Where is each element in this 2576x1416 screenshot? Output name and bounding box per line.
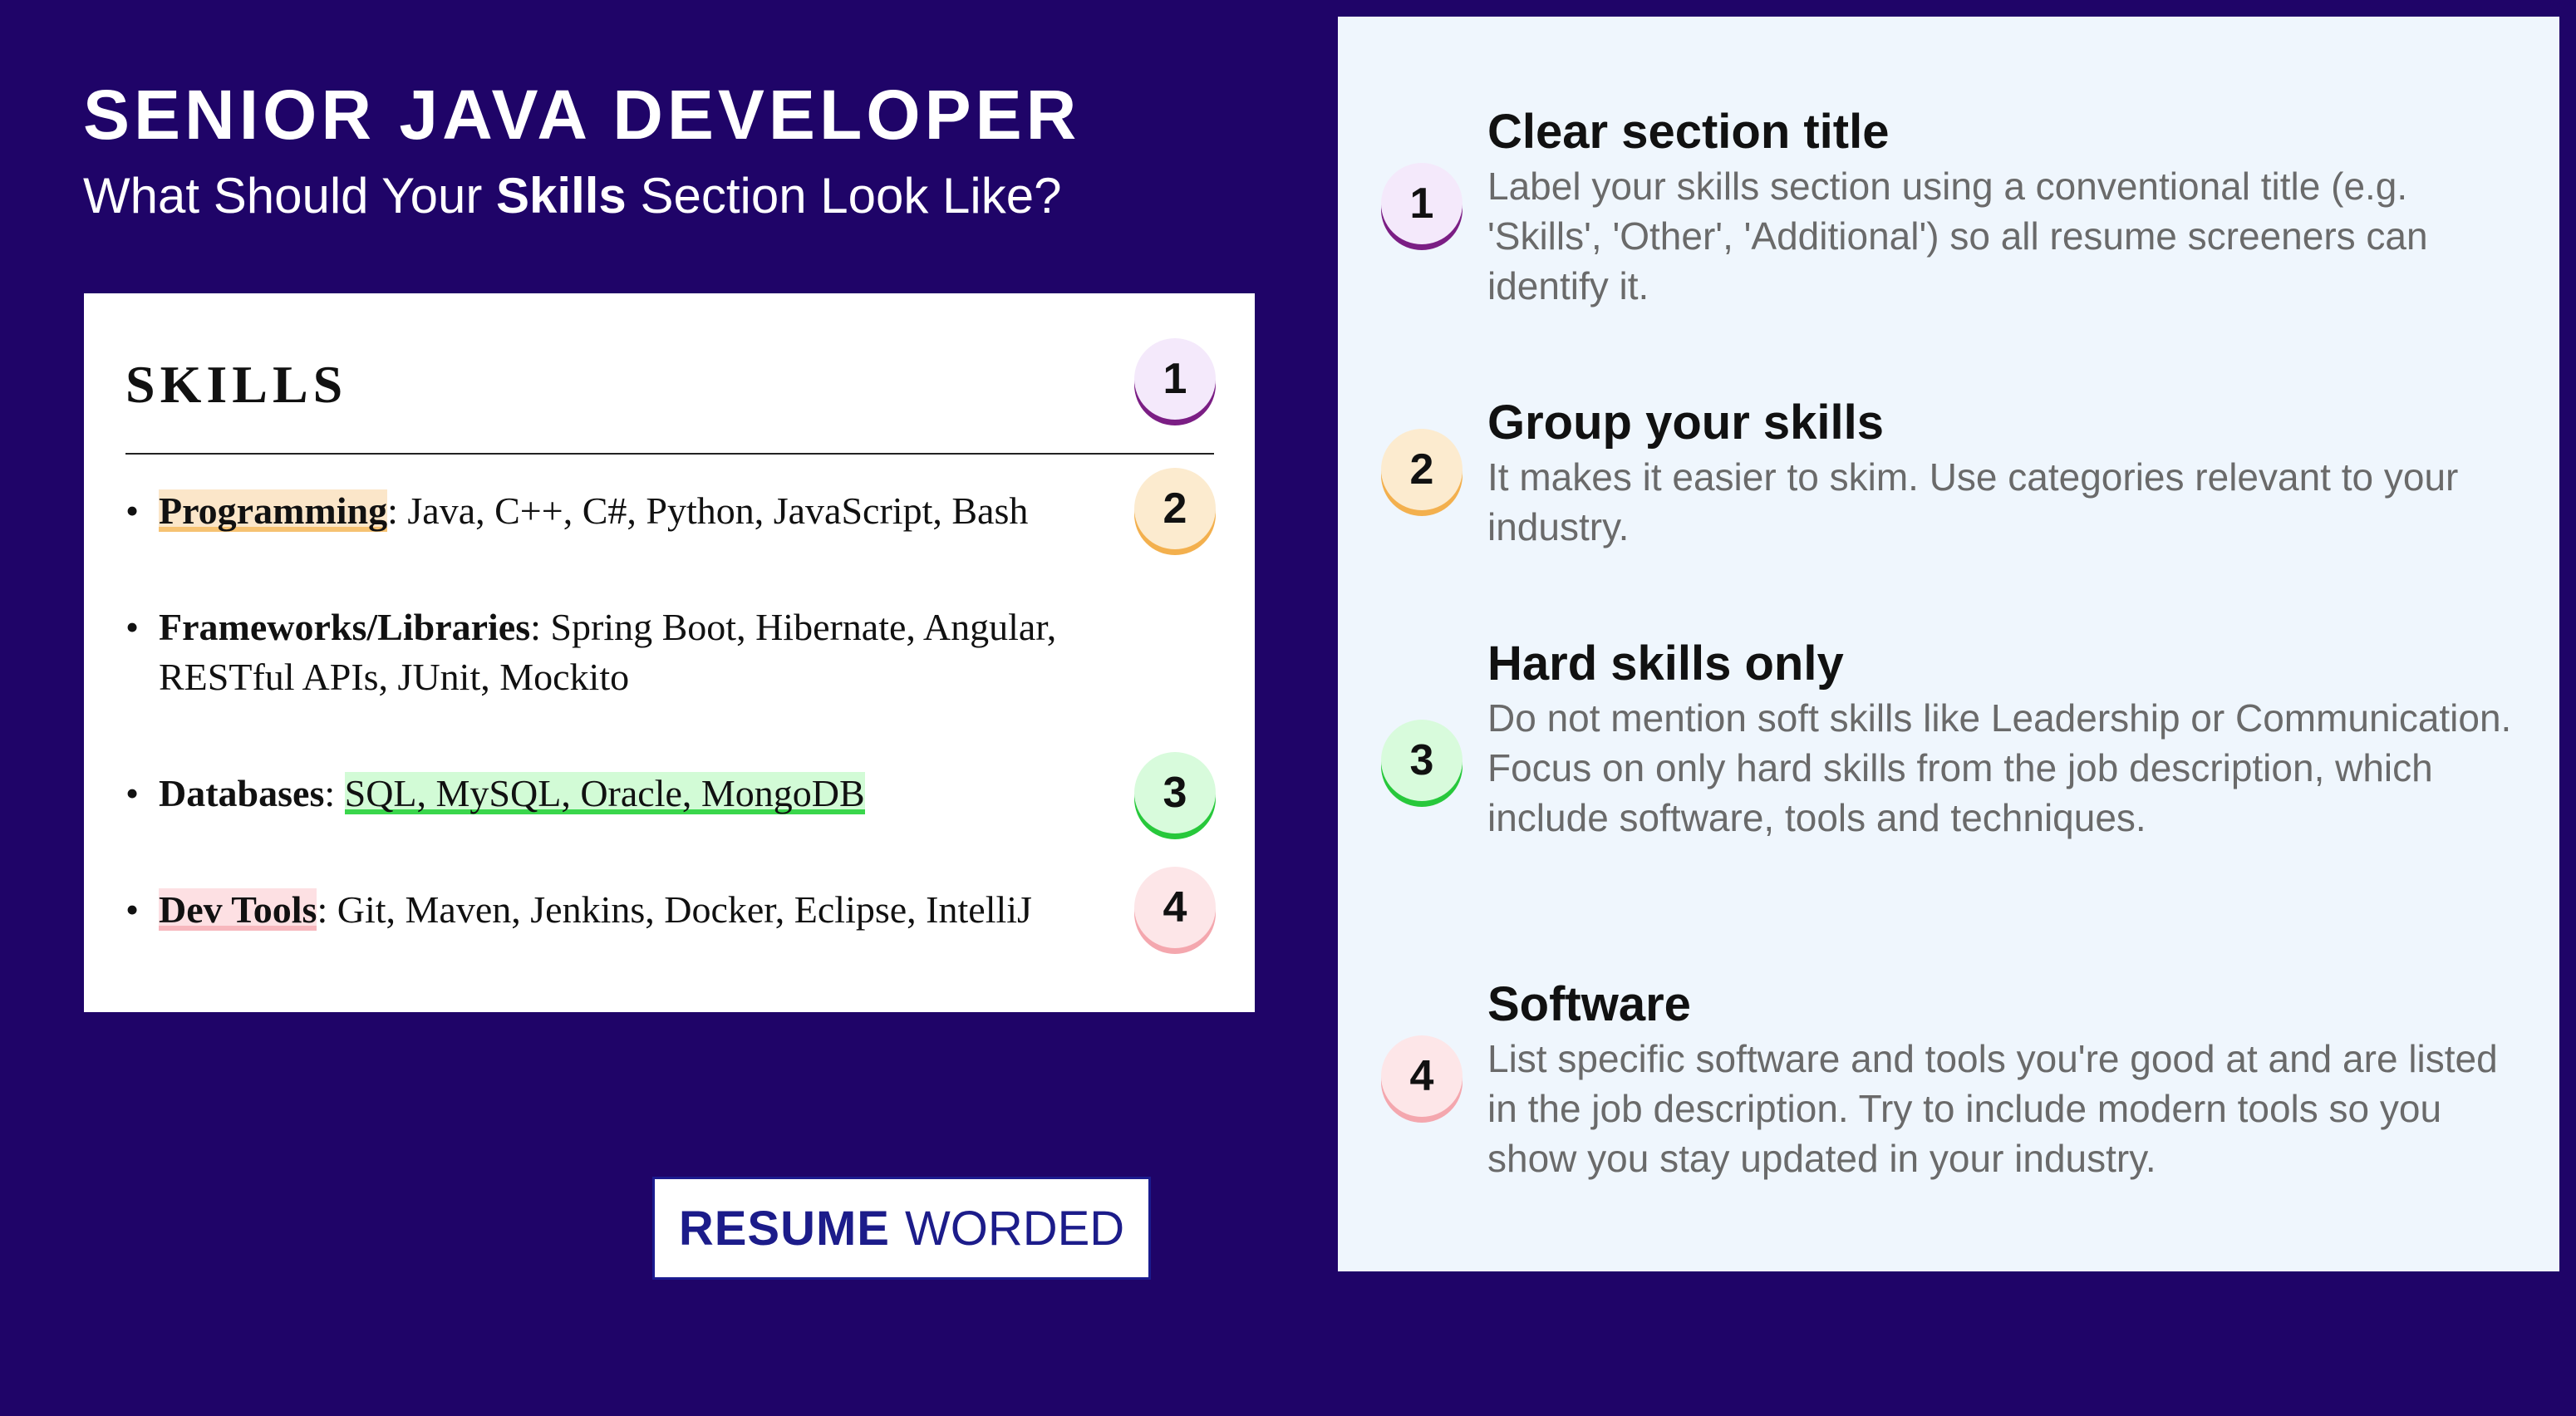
skill-values: Git, Maven, Jenkins, Docker, Eclipse, In… bbox=[337, 888, 1032, 931]
tip-description: Label your skills section using a conven… bbox=[1487, 165, 2428, 307]
badge-2: 2 bbox=[1134, 468, 1216, 549]
tip-badge-2: 2 bbox=[1381, 429, 1463, 510]
tip-group-your-skills: Group your skills It makes it easier to … bbox=[1487, 394, 2518, 552]
logo-light: WORDED bbox=[904, 1201, 1125, 1256]
skill-category: Programming bbox=[159, 489, 388, 532]
bullet: • bbox=[125, 888, 140, 931]
resume-skills-card: SKILLS 1 • Programming: Java, C++, C#, P… bbox=[84, 293, 1255, 1012]
tip-badge-4: 4 bbox=[1381, 1035, 1463, 1117]
badge-3: 3 bbox=[1134, 752, 1216, 833]
tips-panel: 1 Clear section title Label your skills … bbox=[1338, 17, 2559, 1271]
bullet: • bbox=[125, 606, 140, 648]
subtitle-part-2: Section Look Like? bbox=[626, 168, 1062, 224]
badge-4: 4 bbox=[1134, 867, 1216, 948]
subtitle-emphasis: Skills bbox=[496, 168, 627, 224]
tip-description: It makes it easier to skim. Use categori… bbox=[1487, 455, 2459, 548]
tip-title: Group your skills bbox=[1487, 396, 1884, 450]
resume-worded-logo: RESUME WORDED bbox=[652, 1177, 1151, 1280]
tip-hard-skills-only: Hard skills only Do not mention soft ski… bbox=[1487, 635, 2518, 843]
tip-badge-3: 3 bbox=[1381, 720, 1463, 801]
tip-title: Software bbox=[1487, 977, 1691, 1031]
skill-values: Java, C++, C#, Python, JavaScript, Bash bbox=[407, 489, 1029, 532]
tip-clear-section-title: Clear section title Label your skills se… bbox=[1487, 103, 2518, 311]
skill-category: Databases bbox=[159, 772, 325, 814]
tip-badge-1: 1 bbox=[1381, 163, 1463, 244]
divider bbox=[125, 453, 1214, 455]
skill-separator: : bbox=[387, 489, 408, 532]
bullet: • bbox=[125, 489, 140, 532]
skill-values: SQL, MySQL, Oracle, MongoDB bbox=[344, 772, 865, 814]
logo-bold: RESUME bbox=[678, 1201, 890, 1256]
skill-category: Frameworks/Libraries bbox=[159, 606, 531, 648]
skills-heading: SKILLS bbox=[125, 355, 348, 414]
skill-separator: : bbox=[317, 888, 337, 931]
skill-separator: : bbox=[324, 772, 345, 814]
tip-description: Do not mention soft skills like Leadersh… bbox=[1487, 696, 2512, 839]
bullet: • bbox=[125, 772, 140, 814]
tip-software: Software List specific software and tool… bbox=[1487, 976, 2518, 1183]
page-title: SENIOR JAVA DEVELOPER bbox=[83, 76, 1081, 154]
tip-title: Clear section title bbox=[1487, 105, 1890, 159]
skill-category: Dev Tools bbox=[159, 888, 317, 931]
tip-title: Hard skills only bbox=[1487, 637, 1844, 691]
subtitle-part-1: What Should Your bbox=[83, 168, 497, 224]
badge-1: 1 bbox=[1134, 338, 1216, 420]
tip-description: List specific software and tools you're … bbox=[1487, 1037, 2498, 1180]
page-subtitle: What Should Your Skills Section Look Lik… bbox=[83, 166, 1062, 226]
skill-separator: : bbox=[530, 606, 551, 648]
